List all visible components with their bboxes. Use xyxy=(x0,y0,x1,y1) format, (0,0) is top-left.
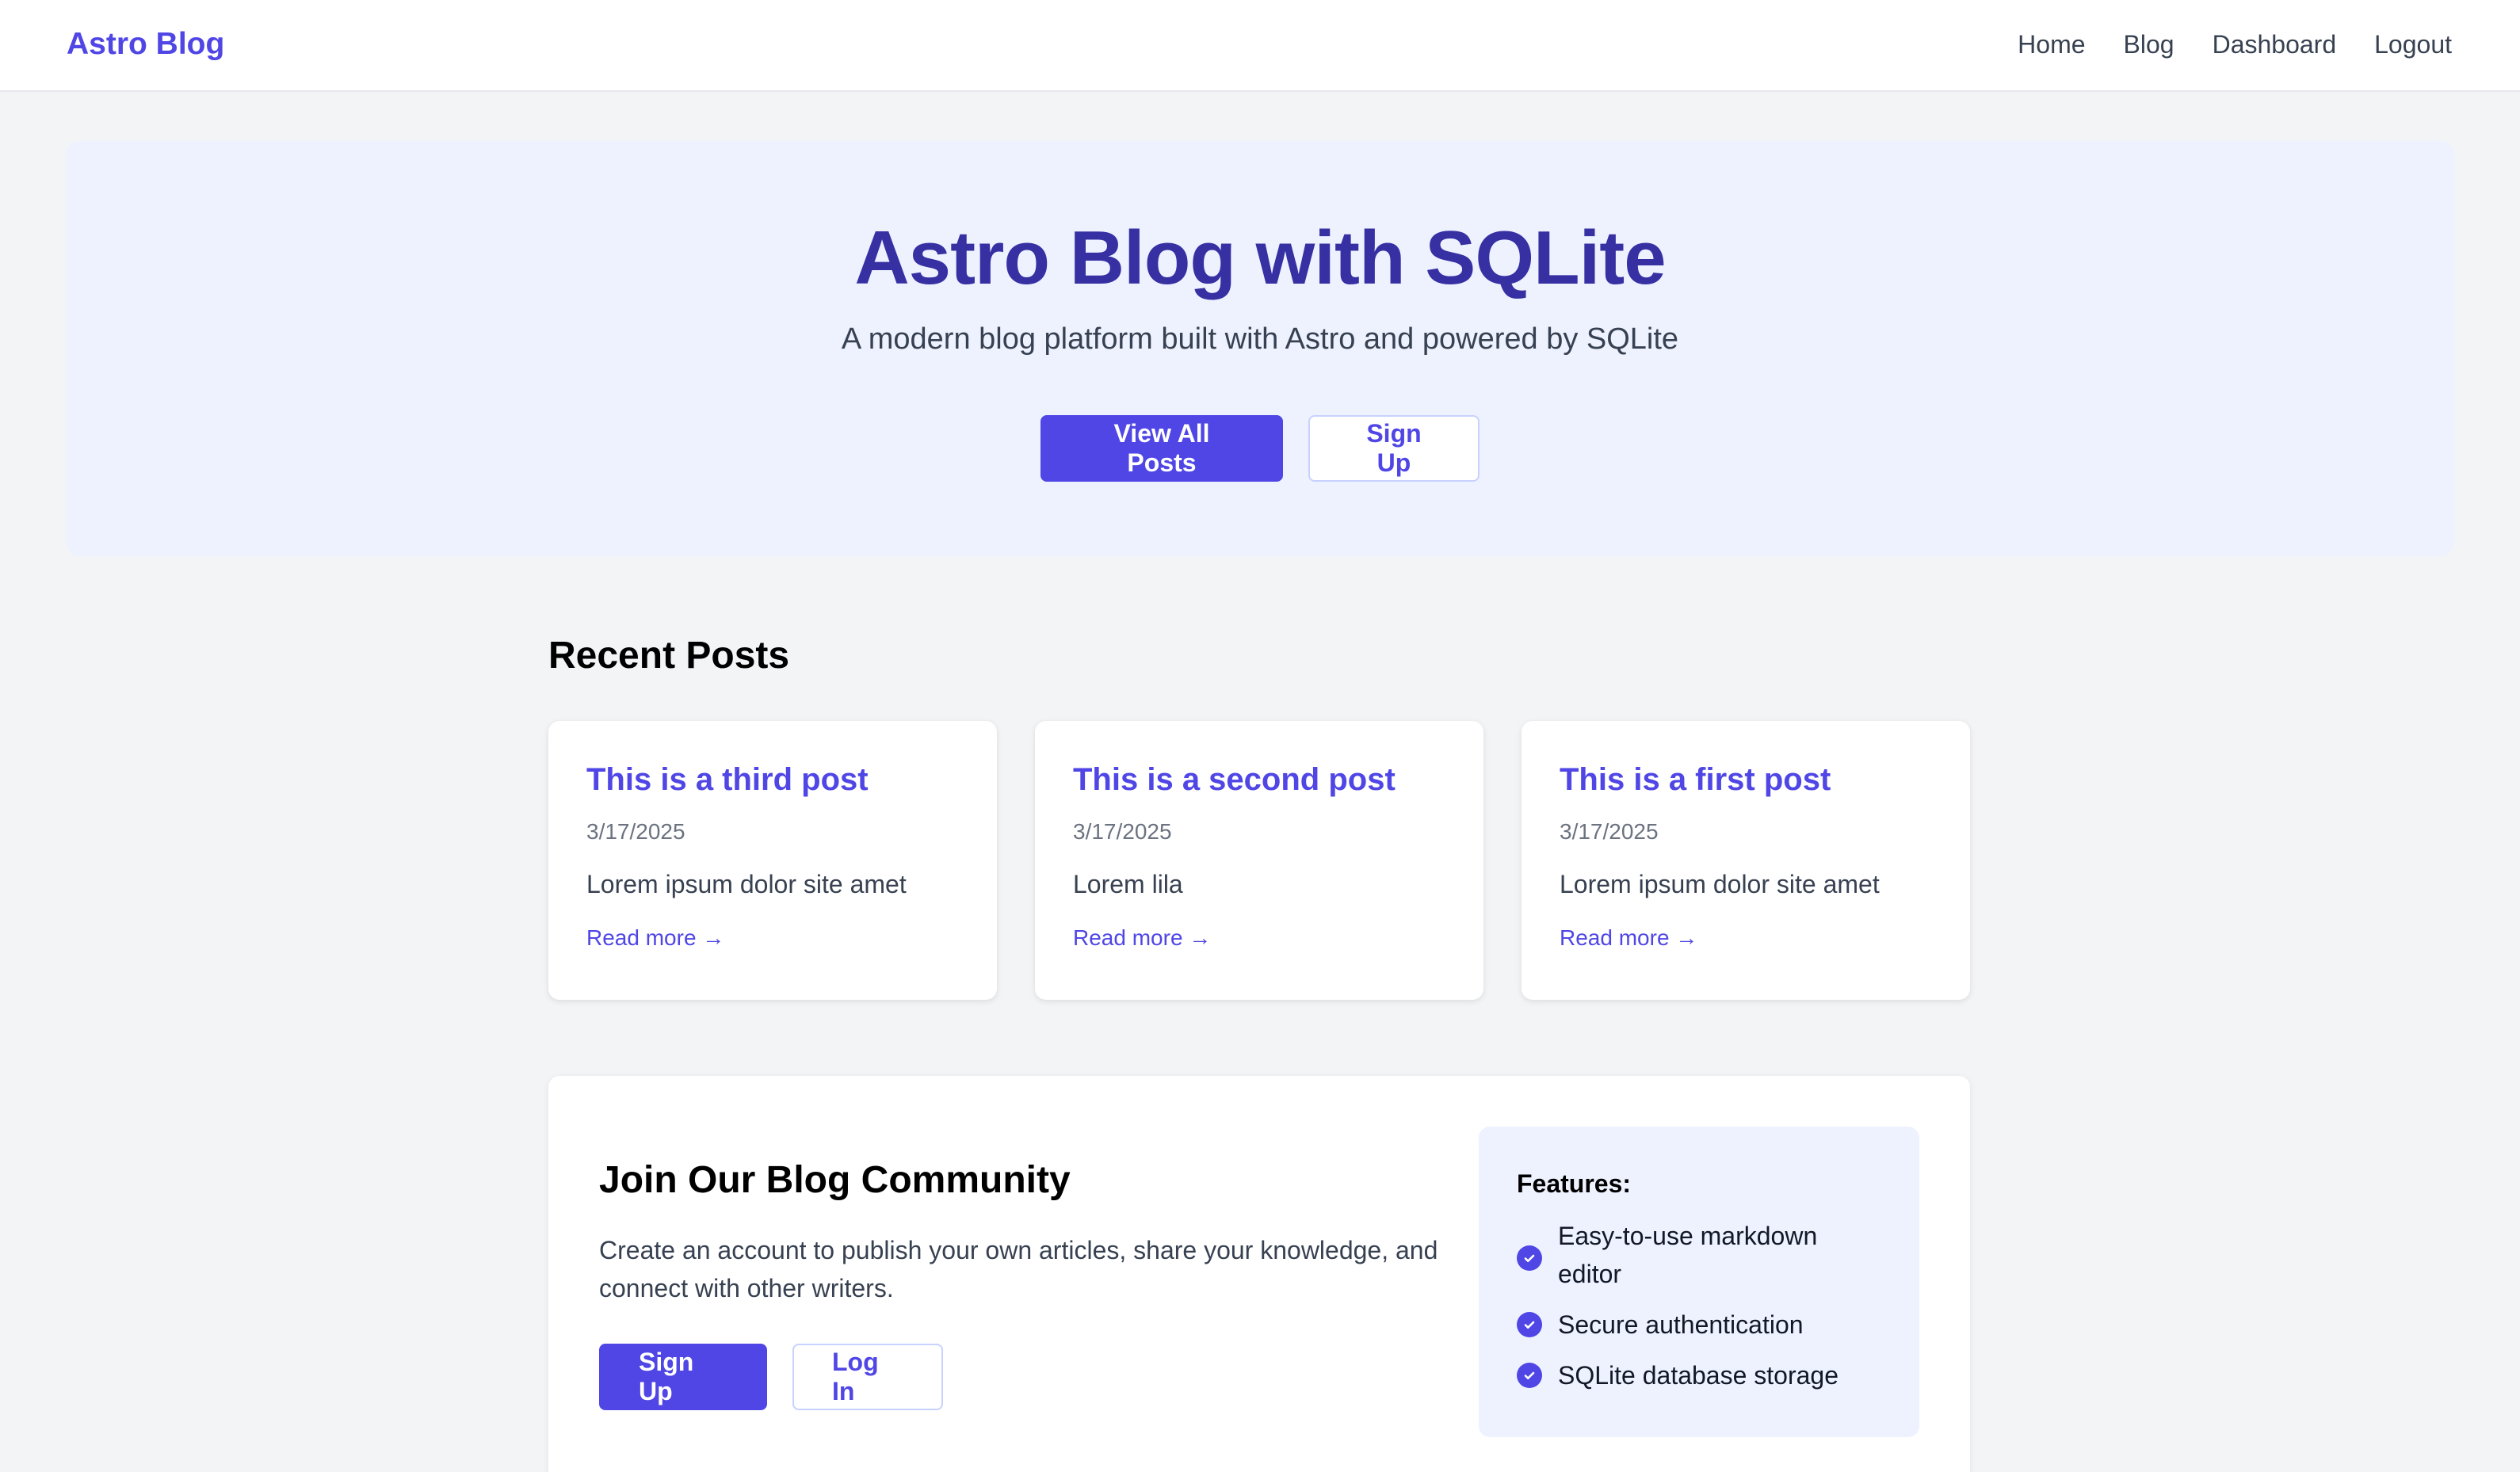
feature-item: Easy-to-use markdown editor xyxy=(1517,1217,1881,1293)
features-panel: Features: Easy-to-use markdown editor Se… xyxy=(1479,1127,1919,1437)
hero-subtitle: A modern blog platform built with Astro … xyxy=(841,322,1679,356)
post-date: 3/17/2025 xyxy=(586,819,685,844)
hero-sign-up-button[interactable]: Sign Up xyxy=(1308,415,1480,482)
check-circle-icon-wrap xyxy=(1517,1217,1542,1293)
navbar: Astro Blog Home Blog Dashboard Logout xyxy=(0,0,2520,92)
post-card: This is a first post 3/17/2025 Lorem ips… xyxy=(1522,721,1970,1000)
post-card: This is a second post 3/17/2025 Lorem li… xyxy=(1035,721,1483,1000)
community-description: Create an account to publish your own ar… xyxy=(599,1236,1438,1302)
read-more-link[interactable]: Read more → xyxy=(586,922,724,954)
recent-posts-heading: Recent Posts xyxy=(548,635,790,677)
community-section: Join Our Blog Community Create an accoun… xyxy=(548,1076,1970,1472)
post-excerpt: Lorem ipsum dolor site amet xyxy=(586,870,907,898)
post-title-link[interactable]: This is a second post xyxy=(1073,759,1445,800)
check-circle-icon xyxy=(1517,1363,1542,1388)
view-all-posts-button[interactable]: View All Posts xyxy=(1040,415,1283,482)
brand-logo-link[interactable]: Astro Blog xyxy=(67,24,224,65)
feature-item: Secure authentication xyxy=(1517,1306,1881,1344)
community-sign-up-button[interactable]: Sign Up xyxy=(599,1344,767,1410)
post-excerpt: Lorem ipsum dolor site amet xyxy=(1560,870,1880,898)
check-circle-icon xyxy=(1517,1245,1542,1271)
recent-posts-list: This is a third post 3/17/2025 Lorem ips… xyxy=(548,721,1970,1000)
post-title-link[interactable]: This is a first post xyxy=(1560,759,1932,800)
features-list: Easy-to-use markdown editor Secure authe… xyxy=(1517,1217,1881,1394)
hero-buttons: View All Posts Sign Up xyxy=(67,415,2453,482)
post-title-link[interactable]: This is a third post xyxy=(586,759,959,800)
feature-item: SQLite database storage xyxy=(1517,1356,1881,1394)
hero-section: Astro Blog with SQLite A modern blog pla… xyxy=(67,141,2453,556)
feature-label: SQLite database storage xyxy=(1558,1361,1839,1390)
log-in-button[interactable]: Log In xyxy=(792,1344,943,1410)
read-more-link[interactable]: Read more → xyxy=(1073,922,1211,954)
post-date: 3/17/2025 xyxy=(1073,819,1172,844)
feature-label: Secure authentication xyxy=(1558,1310,1804,1339)
check-circle-icon xyxy=(1517,1312,1542,1337)
nav-dashboard-link[interactable]: Dashboard xyxy=(2213,24,2337,65)
nav-links: Home Blog Dashboard Logout xyxy=(2018,24,2452,65)
nav-logout-link[interactable]: Logout xyxy=(2374,24,2452,65)
post-card: This is a third post 3/17/2025 Lorem ips… xyxy=(548,721,997,1000)
features-heading: Features: xyxy=(1517,1169,1632,1198)
feature-label: Easy-to-use markdown editor xyxy=(1558,1222,1818,1288)
post-date: 3/17/2025 xyxy=(1560,819,1659,844)
post-excerpt: Lorem lila xyxy=(1073,870,1183,898)
community-heading: Join Our Blog Community xyxy=(599,1159,1071,1201)
nav-blog-link[interactable]: Blog xyxy=(2124,24,2174,65)
hero-title: Astro Blog with SQLite xyxy=(854,215,1666,300)
community-buttons: Sign Up Log In xyxy=(599,1344,943,1410)
read-more-link[interactable]: Read more → xyxy=(1560,922,1697,954)
nav-home-link[interactable]: Home xyxy=(2018,24,2085,65)
